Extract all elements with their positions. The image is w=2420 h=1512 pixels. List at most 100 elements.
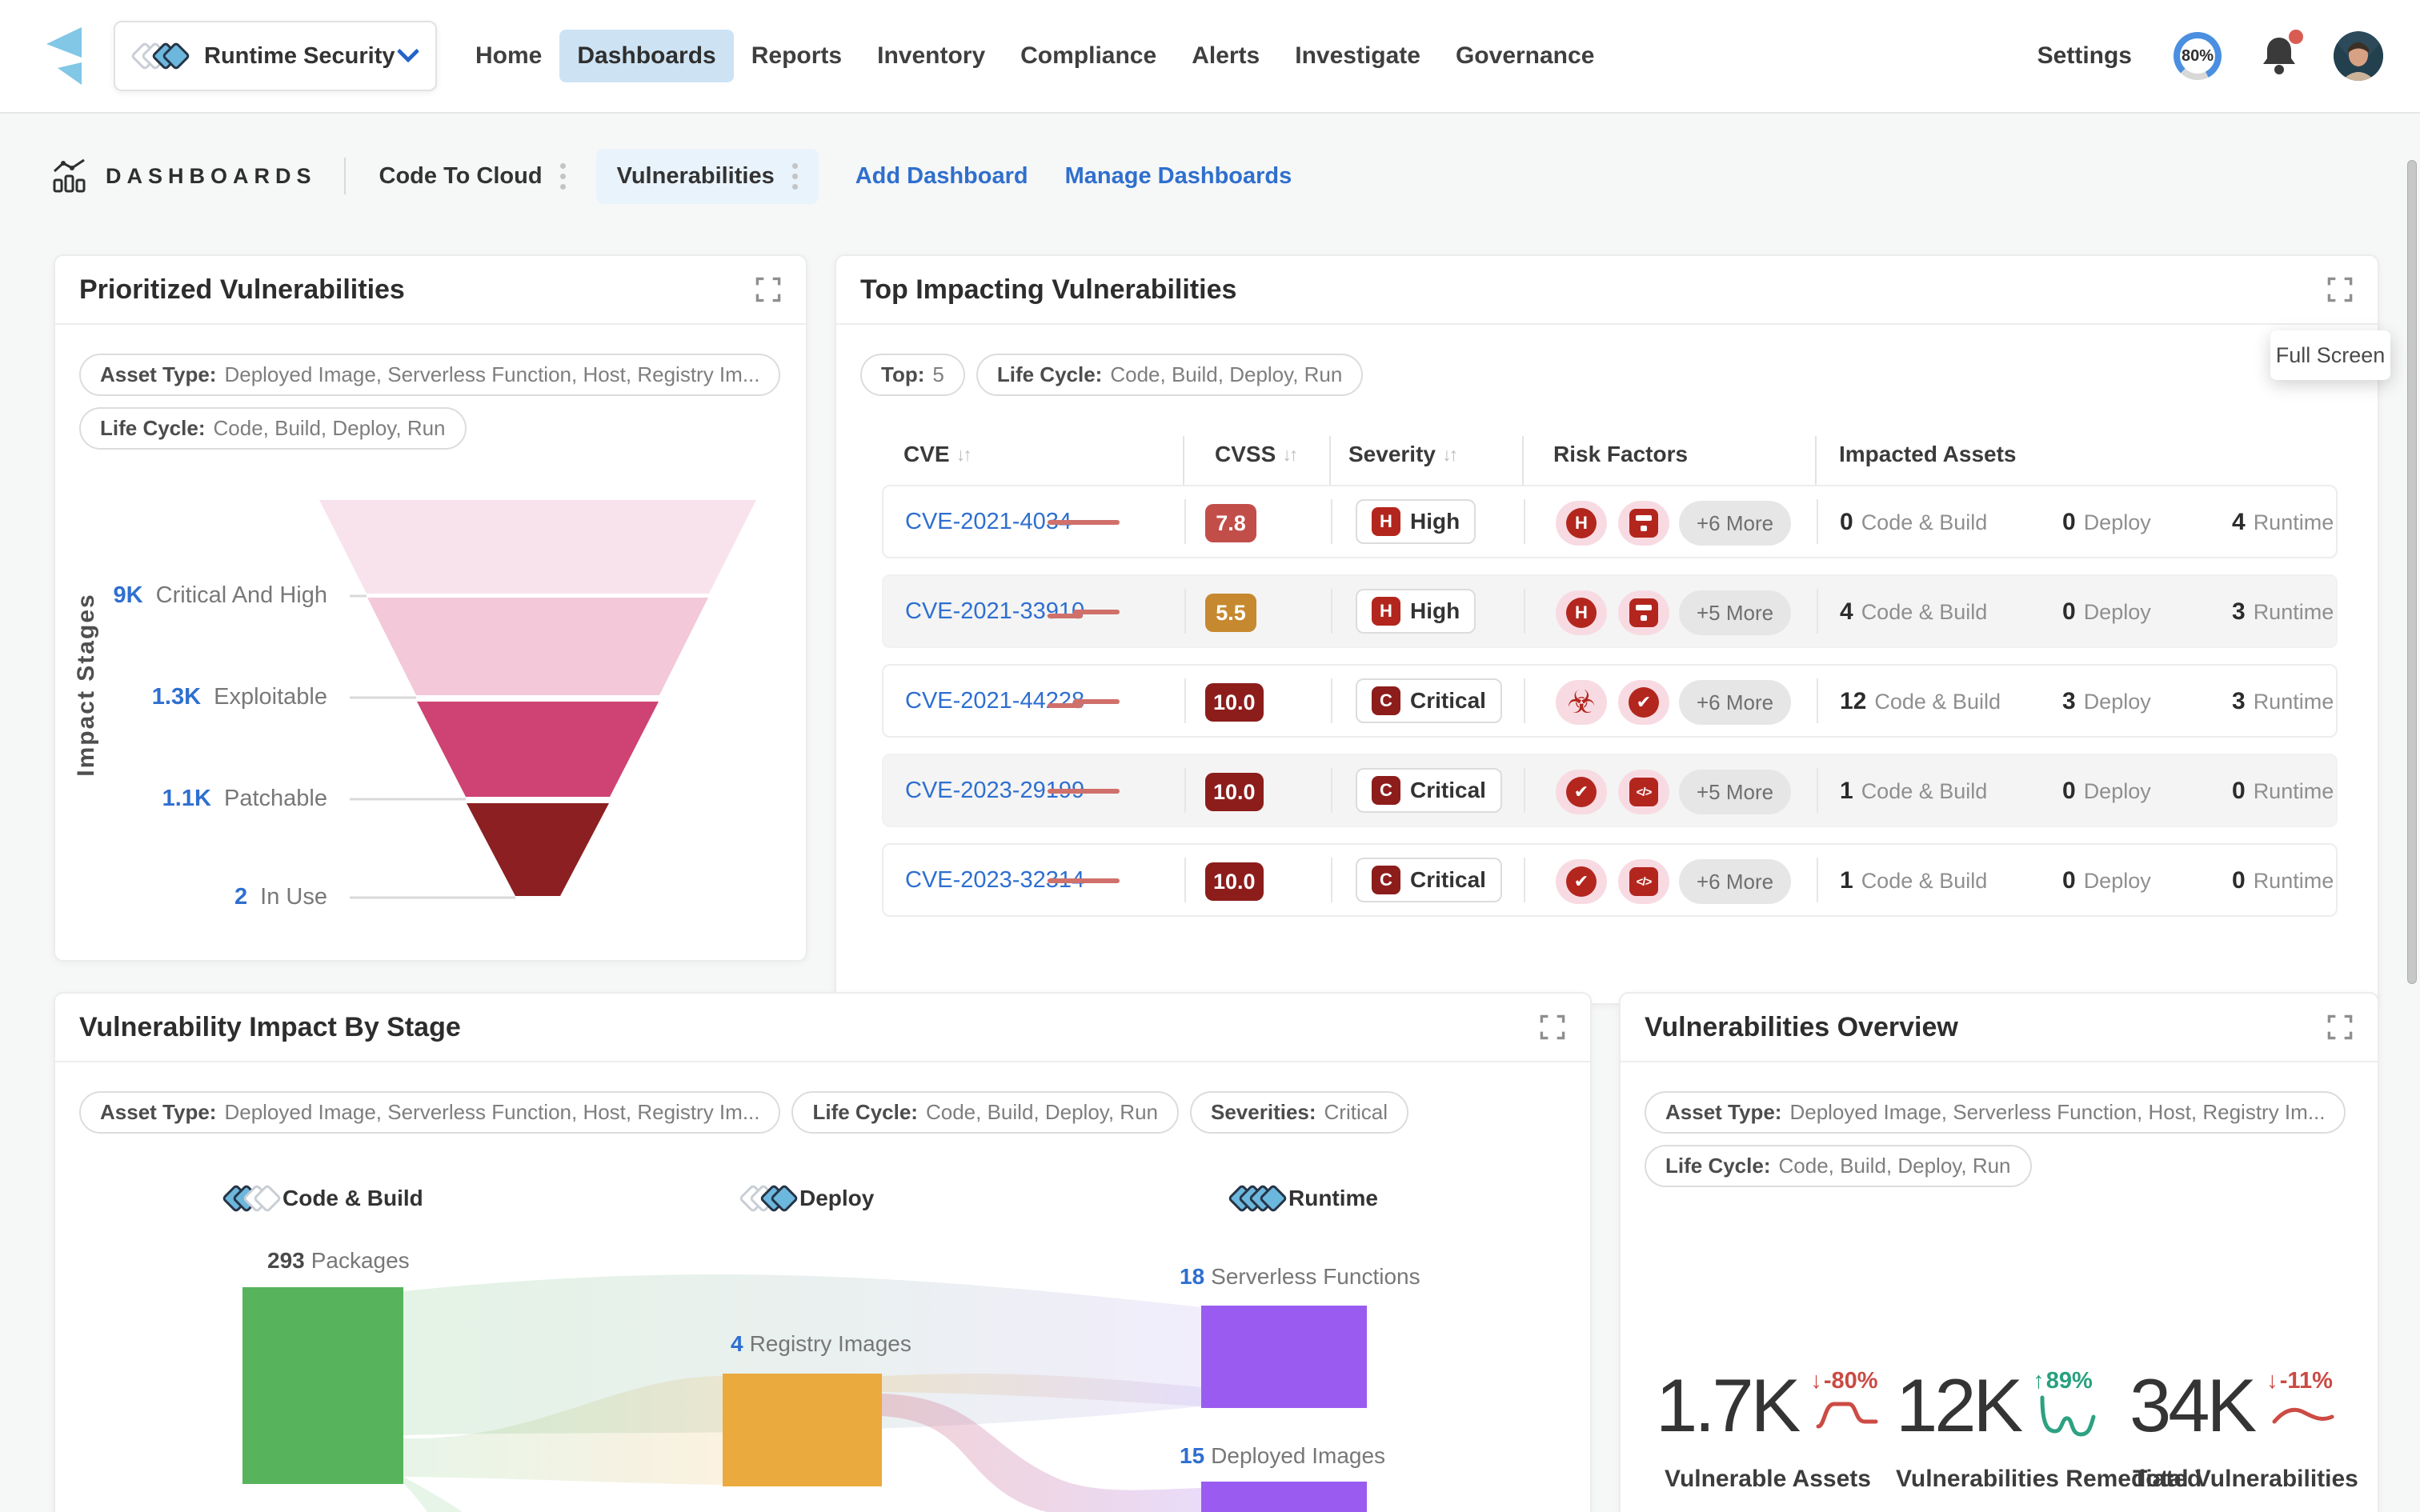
stat-value: 1.7K [1656,1368,1797,1443]
full-screen-tooltip: Full Screen [2270,330,2390,380]
table-row[interactable]: CVE-2021-44228 10.0 C Critical +6 More 1… [882,664,2338,738]
nav-item-home[interactable]: Home [458,30,559,82]
user-avatar[interactable] [2334,31,2383,81]
risk-factor-high-severity-icon[interactable] [1556,590,1607,635]
impacted-deploy: 0Deploy [2062,867,2151,894]
notifications-button[interactable] [2260,33,2298,80]
dashboards-section-label: DASHBOARDS [106,164,317,189]
product-switcher[interactable]: Runtime Security [114,21,437,91]
table-row[interactable]: CVE-2023-32314 10.0 C Critical +6 More 1… [882,843,2338,917]
impacted-deploy: 0Deploy [2062,598,2151,626]
funnel-label-in-use[interactable]: 2 In Use [55,884,327,910]
stat-sparkline [1810,1394,1884,1436]
cvss-badge: 7.8 [1205,504,1256,542]
risk-more-badge[interactable]: +6 More [1679,859,1791,904]
cvss-badge: 10.0 [1205,862,1264,901]
stat-vulnerable-assets: 1.7K -80% Vulnerable Assets [1656,1368,1880,1493]
tab-vulnerabilities-label: Vulnerabilities [617,163,775,190]
filter-label: Asset Type: [1665,1100,1781,1125]
table-row[interactable]: CVE-2021-4034 7.8 H High +6 More 0Code &… [882,485,2338,558]
filter-pills: Top: 5 Life Cycle: Code, Build, Deploy, … [860,354,1363,396]
table-row[interactable]: CVE-2023-29199 10.0 C Critical +5 More 1… [882,754,2338,827]
filter-value: Code, Build, Deploy, Run [1110,362,1342,387]
nav-item-reports[interactable]: Reports [734,30,859,82]
usage-progress-ring[interactable]: 80% [2174,32,2222,80]
risk-factor-archive-icon[interactable] [1618,501,1669,546]
sankey-node-serverless-functions [1201,1306,1367,1408]
risk-more-badge[interactable]: +6 More [1679,680,1791,725]
stat-total-vulnerabilities: 34K -11% Total Vulnerabilities [2130,1368,2362,1493]
risk-factor-check-icon[interactable] [1556,770,1607,814]
impacted-code-build: 0Code & Build [1840,509,1987,536]
severity-letter: H [1372,507,1400,536]
risk-factor-high-severity-icon[interactable] [1556,501,1607,546]
fullscreen-icon[interactable] [2326,276,2354,303]
column-divider [1522,436,1524,492]
filter-asset-type[interactable]: Asset Type: Deployed Image, Serverless F… [1645,1091,2346,1134]
risk-factor-check-icon[interactable] [1618,680,1669,725]
risk-more-badge[interactable]: +5 More [1679,770,1791,814]
nav-item-dashboards[interactable]: Dashboards [559,30,733,82]
filter-life-cycle[interactable]: Life Cycle: Code, Build, Deploy, Run [976,354,1364,396]
card-header: Top Impacting Vulnerabilities [836,256,2378,325]
risk-factor-rce-icon[interactable] [1618,859,1669,904]
code-to-cloud-menu-icon[interactable] [560,163,566,190]
add-dashboard-link[interactable]: Add Dashboard [855,163,1028,190]
brand-logo-icon [40,24,91,88]
manage-dashboards-link[interactable]: Manage Dashboards [1065,163,1292,190]
tab-code-to-cloud[interactable]: Code To Cloud [379,163,543,190]
sankey-label-registry-images: 4Registry Images [731,1331,912,1357]
sankey-label-packages: 293Packages [267,1248,410,1274]
dashboards-bar: DASHBOARDS Code To Cloud Vulnerabilities… [0,112,2420,240]
funnel-stage: Patchable [224,786,327,811]
table-row[interactable]: CVE-2021-33910 5.5 H High +5 More 4Code … [882,574,2338,648]
arrow-down-icon [1810,1368,1824,1394]
funnel-value: 1.3K [152,684,201,710]
impacted-deploy: 0Deploy [2062,509,2151,536]
nav-item-inventory[interactable]: Inventory [859,30,1003,82]
impacted-deploy: 0Deploy [2062,778,2151,805]
stat-label: Total Vulnerabilities [2130,1466,2362,1493]
stat-sparkline [2033,1394,2106,1439]
column-header-severity[interactable]: Severity [1348,442,1456,467]
impacted-code-build: 4Code & Build [1840,598,1987,626]
usage-percent: 80% [2180,38,2215,74]
sankey-node-deployed-images [1201,1482,1367,1512]
nav-item-alerts[interactable]: Alerts [1174,30,1277,82]
filter-life-cycle[interactable]: Life Cycle: Code, Build, Deploy, Run [1645,1145,2032,1187]
vertical-scrollbar[interactable] [2407,160,2417,984]
severity-label: High [1410,509,1460,534]
cve-link[interactable]: CVE-2021-4034 [905,509,1072,535]
sankey-label-serverless-functions: 18Serverless Functions [1180,1264,1420,1290]
risk-factor-check-icon[interactable] [1556,859,1607,904]
tab-vulnerabilities[interactable]: Vulnerabilities [596,149,819,204]
stat-sparkline [2266,1394,2340,1436]
risk-factor-archive-icon[interactable] [1618,590,1669,635]
arrow-up-icon [2033,1368,2046,1394]
cvss-badge: 10.0 [1205,773,1264,811]
column-divider [1329,436,1331,492]
stat-delta: 89% [2033,1368,2093,1394]
fullscreen-icon[interactable] [2326,1014,2354,1041]
nav-item-investigate[interactable]: Investigate [1277,30,1438,82]
filter-top[interactable]: Top: 5 [860,354,965,396]
nav-item-governance[interactable]: Governance [1438,30,1612,82]
funnel-stage: Critical And High [156,582,327,608]
trend-sparkline [1048,786,1120,798]
settings-button[interactable]: Settings [2037,42,2132,70]
risk-factor-biohazard-icon[interactable] [1556,680,1607,725]
risk-factor-rce-icon[interactable] [1618,770,1669,814]
column-header-impacted-assets: Impacted Assets [1839,442,2017,467]
product-switcher-label: Runtime Security [204,43,395,70]
risk-more-badge[interactable]: +6 More [1679,501,1791,546]
stat-vulnerabilities-remediated: 12K 89% Vulnerabilities Remediated [1896,1368,2149,1493]
column-header-cvss[interactable]: CVSS [1215,442,1296,467]
severity-label: Critical [1410,688,1486,714]
nav-item-compliance[interactable]: Compliance [1003,30,1174,82]
vulnerabilities-menu-icon[interactable] [792,163,798,190]
trend-sparkline [1048,517,1120,530]
impacted-runtime: 0Runtime [2232,778,2334,805]
risk-more-badge[interactable]: +5 More [1679,590,1791,635]
filter-label: Top: [881,362,924,387]
column-header-cve[interactable]: CVE [903,442,970,467]
